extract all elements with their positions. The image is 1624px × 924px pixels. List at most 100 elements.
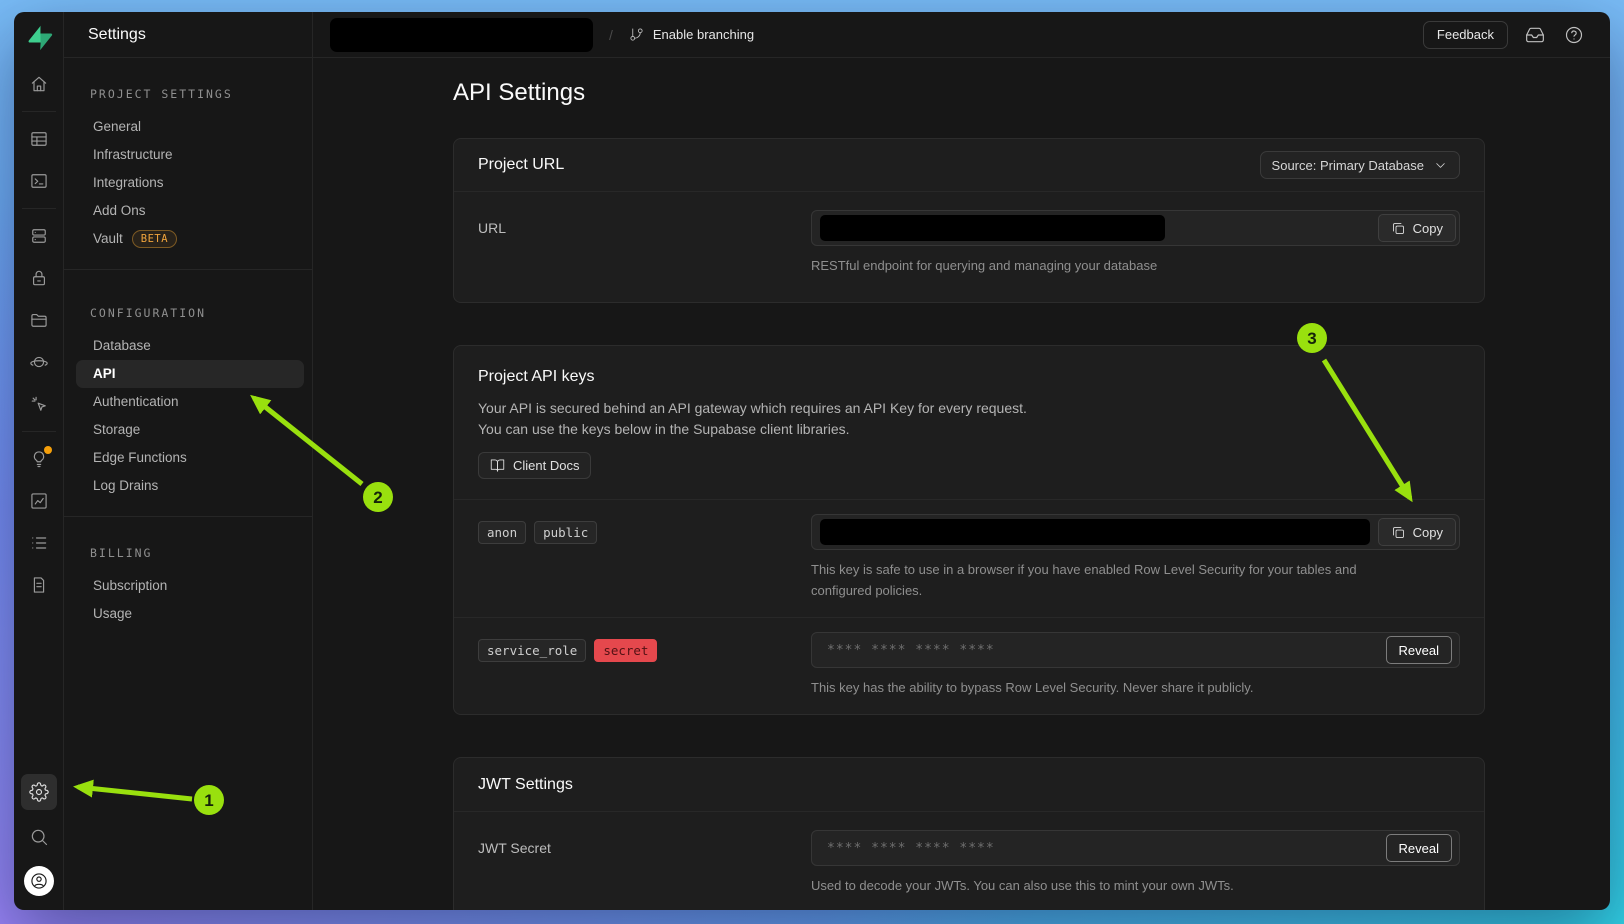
icon-rail xyxy=(14,12,64,910)
git-branch-icon xyxy=(629,27,644,42)
url-copy-button[interactable]: Copy xyxy=(1378,214,1456,242)
rail-realtime-button[interactable] xyxy=(24,389,54,419)
source-select-value: Source: Primary Database xyxy=(1272,158,1424,173)
sidebar-item-label: Integrations xyxy=(93,169,164,197)
client-docs-button[interactable]: Client Docs xyxy=(478,452,591,479)
rail-divider xyxy=(22,431,56,432)
sidebar-item-log-drains[interactable]: Log Drains xyxy=(64,472,312,500)
copy-icon xyxy=(1391,525,1406,540)
redacted-url-value xyxy=(820,215,1165,241)
rail-logs-button[interactable] xyxy=(24,528,54,558)
enable-branching-button[interactable]: Enable branching xyxy=(629,27,754,42)
source-select[interactable]: Source: Primary Database xyxy=(1260,151,1460,179)
anon-badge: anon xyxy=(478,521,526,544)
list-icon xyxy=(29,533,49,553)
anon-key-help-line2: configured policies. xyxy=(811,580,1460,601)
sidebar-item-label: Database xyxy=(93,332,151,360)
card-title: Project URL xyxy=(478,156,564,174)
sidebar-item-add-ons[interactable]: Add Ons xyxy=(64,197,312,225)
sidebar-item-label: Storage xyxy=(93,416,140,444)
rail-bottom-group xyxy=(21,762,57,896)
page-content: API Settings Project URL Source: Primary… xyxy=(313,58,1610,910)
rail-table-editor-button[interactable] xyxy=(24,124,54,154)
copy-icon xyxy=(1391,221,1406,236)
inbox-icon[interactable] xyxy=(1523,23,1547,47)
rail-sql-editor-button[interactable] xyxy=(24,166,54,196)
jwt-reveal-button[interactable]: Reveal xyxy=(1386,834,1452,862)
sidebar-item-api[interactable]: API xyxy=(76,360,304,388)
rail-api-docs-button[interactable] xyxy=(24,570,54,600)
section-heading-billing: BILLING xyxy=(64,543,312,563)
rail-settings-button[interactable] xyxy=(21,774,57,810)
rail-reports-button[interactable] xyxy=(24,486,54,516)
service-role-reveal-button[interactable]: Reveal xyxy=(1386,636,1452,664)
project-url-card: Project URL Source: Primary Database URL xyxy=(453,138,1485,303)
redacted-project-name xyxy=(330,18,593,52)
sidebar-item-infrastructure[interactable]: Infrastructure xyxy=(64,141,312,169)
card-title: Project API keys xyxy=(478,368,1460,386)
gear-icon xyxy=(29,782,49,802)
url-row-label: URL xyxy=(478,210,811,276)
supabase-logo-icon xyxy=(25,24,53,57)
sidebar-title: Settings xyxy=(64,12,312,58)
copy-label: Copy xyxy=(1413,525,1443,540)
section-heading-configuration: CONFIGURATION xyxy=(64,303,312,323)
rail-storage-button[interactable] xyxy=(24,305,54,335)
anon-key-row: anon public Copy xyxy=(454,499,1484,617)
feedback-button[interactable]: Feedback xyxy=(1423,21,1508,49)
sidebar-item-label: General xyxy=(93,113,141,141)
sidebar-item-subscription[interactable]: Subscription xyxy=(64,572,312,600)
project-url-field[interactable]: Copy xyxy=(811,210,1460,246)
rail-authentication-button[interactable] xyxy=(24,263,54,293)
sidebar-item-vault[interactable]: Vault BETA xyxy=(64,225,312,253)
api-keys-card: Project API keys Your API is secured beh… xyxy=(453,345,1485,715)
sidebar-item-general[interactable]: General xyxy=(64,113,312,141)
sidebar-item-authentication[interactable]: Authentication xyxy=(64,388,312,416)
sidebar-item-edge-functions[interactable]: Edge Functions xyxy=(64,444,312,472)
rail-divider xyxy=(22,208,56,209)
breadcrumb-separator: / xyxy=(609,27,613,43)
sidebar-item-integrations[interactable]: Integrations xyxy=(64,169,312,197)
sidebar-item-label: API xyxy=(93,360,116,388)
client-docs-label: Client Docs xyxy=(513,458,579,473)
divider xyxy=(64,516,312,517)
rail-divider xyxy=(22,111,56,112)
chevron-down-icon xyxy=(1433,158,1448,173)
rail-database-button[interactable] xyxy=(24,221,54,251)
service-role-key-row: service_role secret **** **** **** **** … xyxy=(454,617,1484,714)
public-badge: public xyxy=(534,521,597,544)
service-role-help-text: This key has the ability to bypass Row L… xyxy=(811,677,1460,698)
divider xyxy=(64,269,312,270)
help-icon[interactable] xyxy=(1562,23,1586,47)
sidebar-item-label: Infrastructure xyxy=(93,141,173,169)
jwt-secret-field[interactable]: **** **** **** **** Reveal xyxy=(811,830,1460,866)
sidebar-item-database[interactable]: Database xyxy=(64,332,312,360)
lock-icon xyxy=(29,268,49,288)
sidebar-item-usage[interactable]: Usage xyxy=(64,600,312,628)
table-editor-icon xyxy=(29,129,49,149)
user-avatar[interactable] xyxy=(24,866,54,896)
sidebar-item-label: Vault xyxy=(93,225,123,253)
anon-key-copy-button[interactable]: Copy xyxy=(1378,518,1456,546)
rail-edge-functions-button[interactable] xyxy=(24,347,54,377)
enable-branching-label: Enable branching xyxy=(653,27,754,42)
document-icon xyxy=(29,575,49,595)
rail-search-button[interactable] xyxy=(24,822,54,852)
secret-badge: secret xyxy=(594,639,657,662)
jwt-help-text: Used to decode your JWTs. You can also u… xyxy=(811,875,1460,896)
redacted-anon-key-value xyxy=(820,519,1370,545)
sidebar-item-label: Authentication xyxy=(93,388,179,416)
folder-icon xyxy=(29,310,49,330)
card-title: JWT Settings xyxy=(478,776,573,794)
service-role-key-field[interactable]: **** **** **** **** Reveal xyxy=(811,632,1460,668)
sql-editor-icon xyxy=(29,171,49,191)
anon-key-field[interactable]: Copy xyxy=(811,514,1460,550)
rail-advisors-button[interactable] xyxy=(24,444,54,474)
rail-home-button[interactable] xyxy=(24,69,54,99)
masked-key-value: **** **** **** **** xyxy=(820,643,995,658)
sidebar-item-storage[interactable]: Storage xyxy=(64,416,312,444)
service-role-badge: service_role xyxy=(478,639,586,662)
url-help-text: RESTful endpoint for querying and managi… xyxy=(811,255,1460,276)
sidebar-item-label: Edge Functions xyxy=(93,444,187,472)
page-title: API Settings xyxy=(453,79,1485,109)
